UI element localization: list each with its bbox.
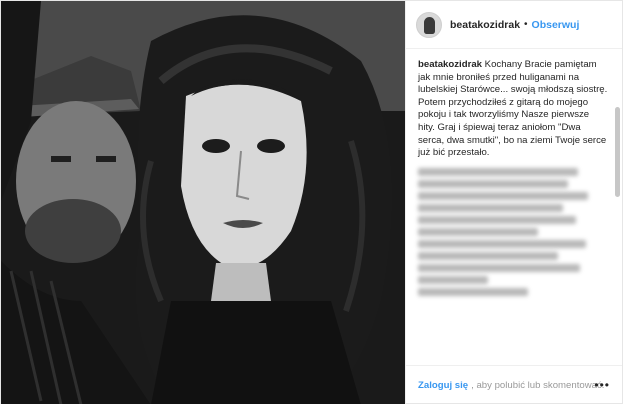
login-link[interactable]: Zaloguj się [418, 380, 468, 391]
black-white-portrait-image [1, 1, 405, 404]
caption: beatakozidrak Kochany Bracie pamiętam ja… [418, 59, 608, 160]
post-photo [1, 1, 405, 404]
post-header: beatakozidrak • Obserwuj [406, 1, 622, 49]
post-sidebar: beatakozidrak • Obserwuj beatakozidrak K… [405, 1, 622, 404]
follow-button[interactable]: Obserwuj [532, 19, 580, 31]
blurred-line [418, 287, 528, 296]
blurred-line [418, 263, 580, 272]
blurred-line [418, 167, 578, 176]
blurred-line [418, 239, 586, 248]
post-footer: Zaloguj się , aby polubić lub skomentowa… [406, 365, 622, 404]
caption-username[interactable]: beatakozidrak [418, 59, 482, 70]
blurred-line [418, 191, 588, 200]
ellipsis-icon[interactable]: ••• [594, 378, 610, 392]
profile-avatar[interactable] [416, 11, 442, 38]
blurred-line [418, 215, 576, 224]
blurred-line [418, 227, 538, 236]
blurred-comments [418, 167, 608, 296]
blurred-line [418, 203, 563, 212]
blurred-line [418, 179, 568, 188]
comments-scrollbar[interactable] [615, 107, 620, 197]
instagram-post: beatakozidrak • Obserwuj beatakozidrak K… [0, 0, 623, 404]
header-separator: • [524, 19, 528, 30]
caption-text: Kochany Bracie pamiętam jak mnie broniłe… [418, 59, 608, 159]
comments-panel[interactable]: beatakozidrak Kochany Bracie pamiętam ja… [406, 49, 622, 365]
header-username[interactable]: beatakozidrak [450, 19, 520, 31]
blurred-line [418, 251, 558, 260]
login-prompt-text: , aby polubić lub skomentować. [471, 380, 605, 391]
blurred-line [418, 275, 488, 284]
